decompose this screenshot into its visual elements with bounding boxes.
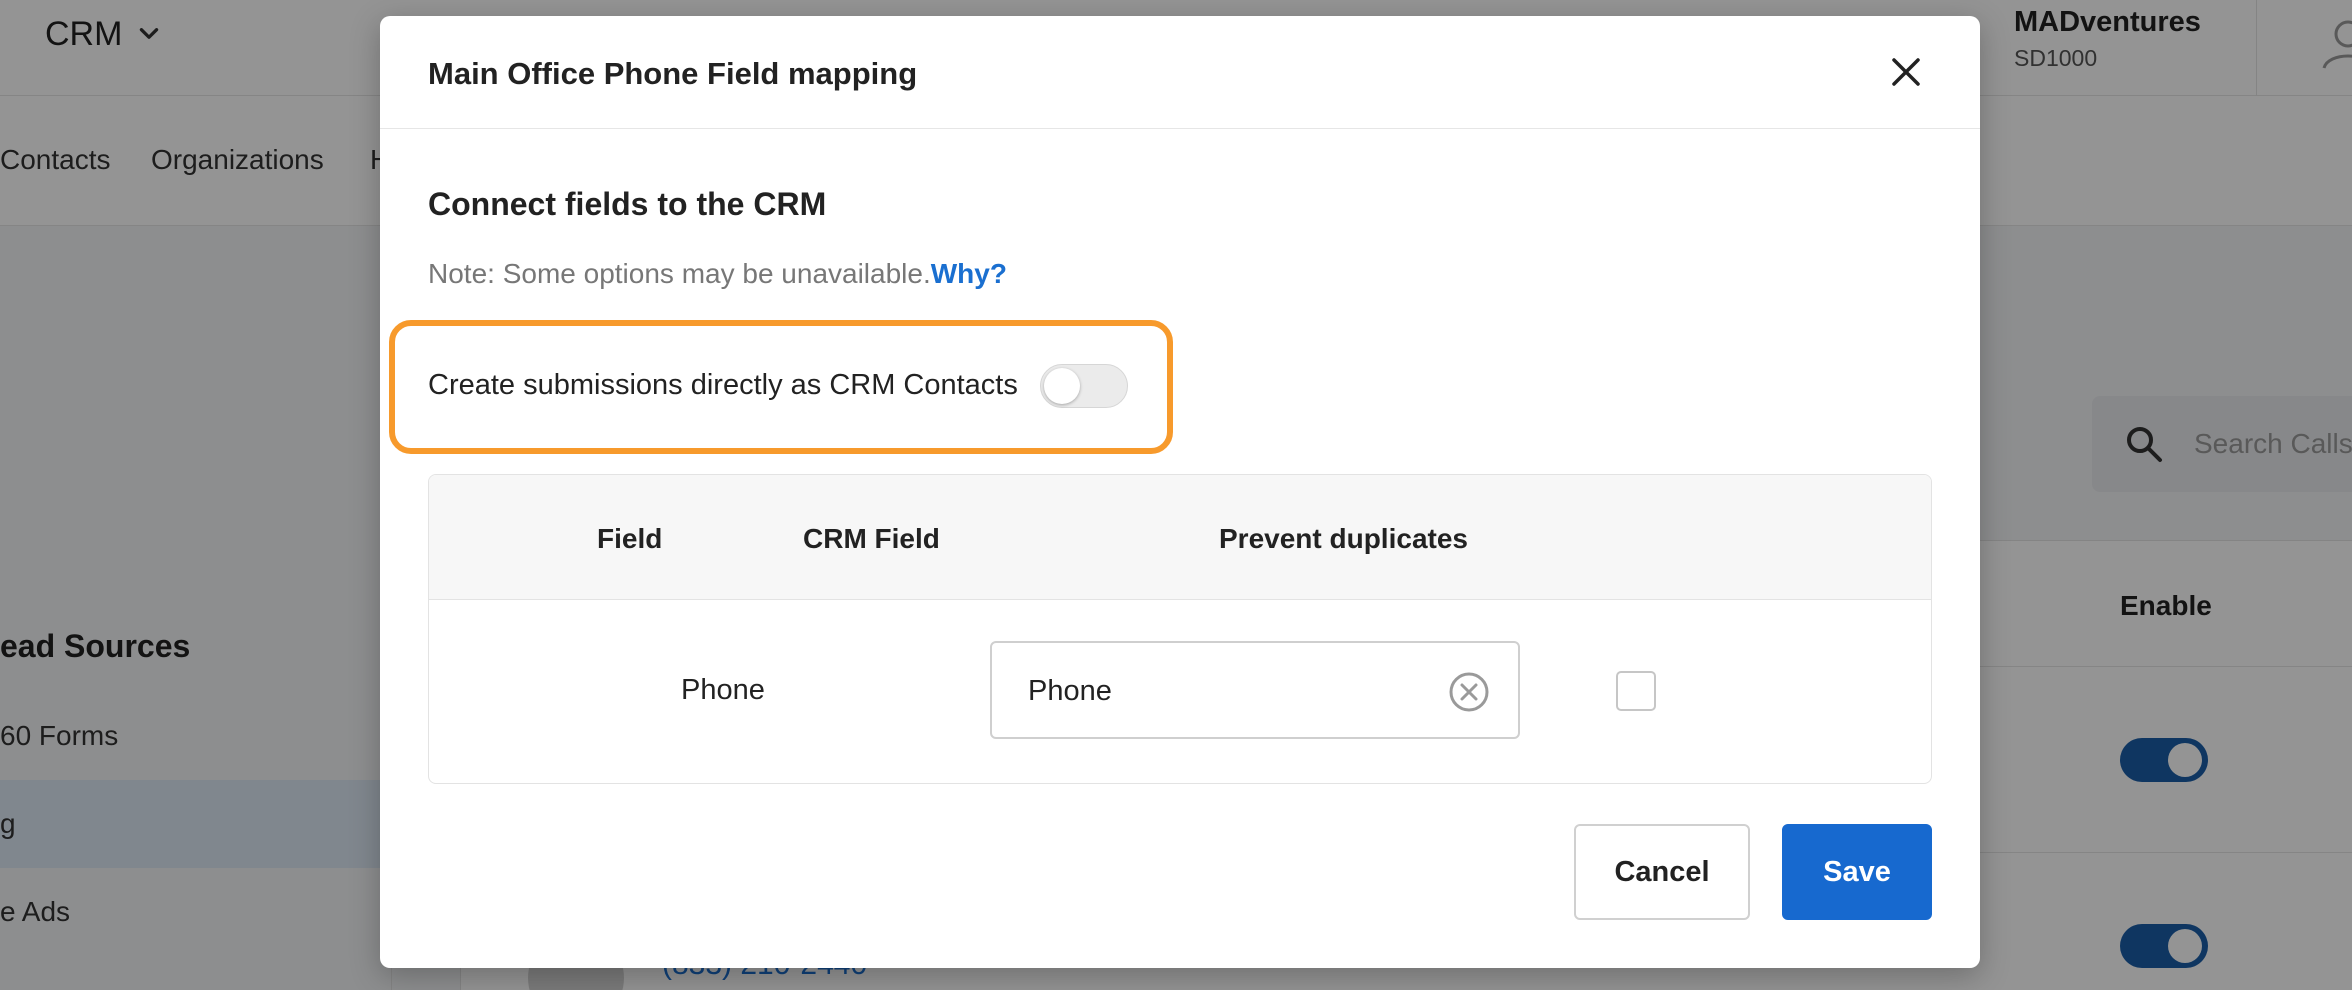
save-button[interactable]: Save: [1782, 824, 1932, 920]
modal-header: Main Office Phone Field mapping: [380, 16, 1980, 129]
field-name: Phone: [681, 674, 765, 706]
crm-field-select[interactable]: Phone: [990, 641, 1520, 739]
close-icon[interactable]: [1886, 52, 1926, 92]
prevent-duplicates-checkbox[interactable]: [1616, 671, 1656, 711]
why-link[interactable]: Why?: [931, 258, 1007, 289]
table-header: Field CRM Field Prevent duplicates: [429, 475, 1931, 600]
cancel-button[interactable]: Cancel: [1574, 824, 1750, 920]
section-title: Connect fields to the CRM: [428, 186, 827, 222]
toggle-knob: [1044, 368, 1080, 404]
create-contacts-label: Create submissions directly as CRM Conta…: [428, 369, 1018, 401]
field-mapping-modal: Main Office Phone Field mapping Connect …: [380, 16, 1980, 968]
column-header-prevent-duplicates: Prevent duplicates: [1219, 523, 1468, 554]
note-label: Note: Some options may be unavailable.: [428, 258, 931, 289]
modal-title: Main Office Phone Field mapping: [428, 56, 918, 91]
note-text: Note: Some options may be unavailable.Wh…: [428, 258, 1007, 290]
column-header-field: Field: [597, 523, 663, 554]
crm-field-value: Phone: [1028, 675, 1112, 707]
create-contacts-toggle[interactable]: [1040, 364, 1128, 408]
clear-icon[interactable]: [1448, 671, 1490, 713]
column-header-crm-field: CRM Field: [803, 523, 940, 554]
